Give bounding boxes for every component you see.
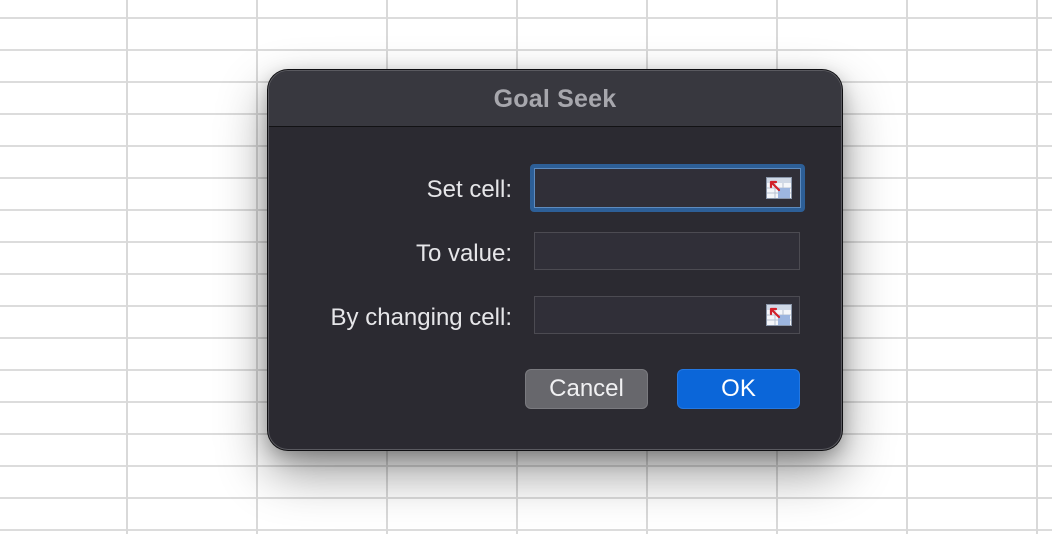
dialog-title: Goal Seek (493, 85, 617, 113)
set-cell-label: Set cell: (426, 176, 512, 203)
by-changing-cell-input[interactable] (534, 296, 800, 334)
cancel-button[interactable]: Cancel (525, 369, 648, 409)
set-cell-range-select-icon[interactable] (766, 177, 792, 199)
by-changing-cell-label: By changing cell: (330, 304, 512, 331)
dialog-titlebar: Goal Seek (269, 71, 841, 127)
by-changing-cell-range-select-icon[interactable] (766, 304, 792, 326)
set-cell-input[interactable] (530, 164, 805, 212)
ok-button[interactable]: OK (677, 369, 800, 409)
to-value-input[interactable] (534, 232, 800, 270)
goal-seek-dialog: Goal Seek Set cell: To value: By changin… (268, 70, 842, 450)
to-value-label: To value: (415, 240, 512, 267)
